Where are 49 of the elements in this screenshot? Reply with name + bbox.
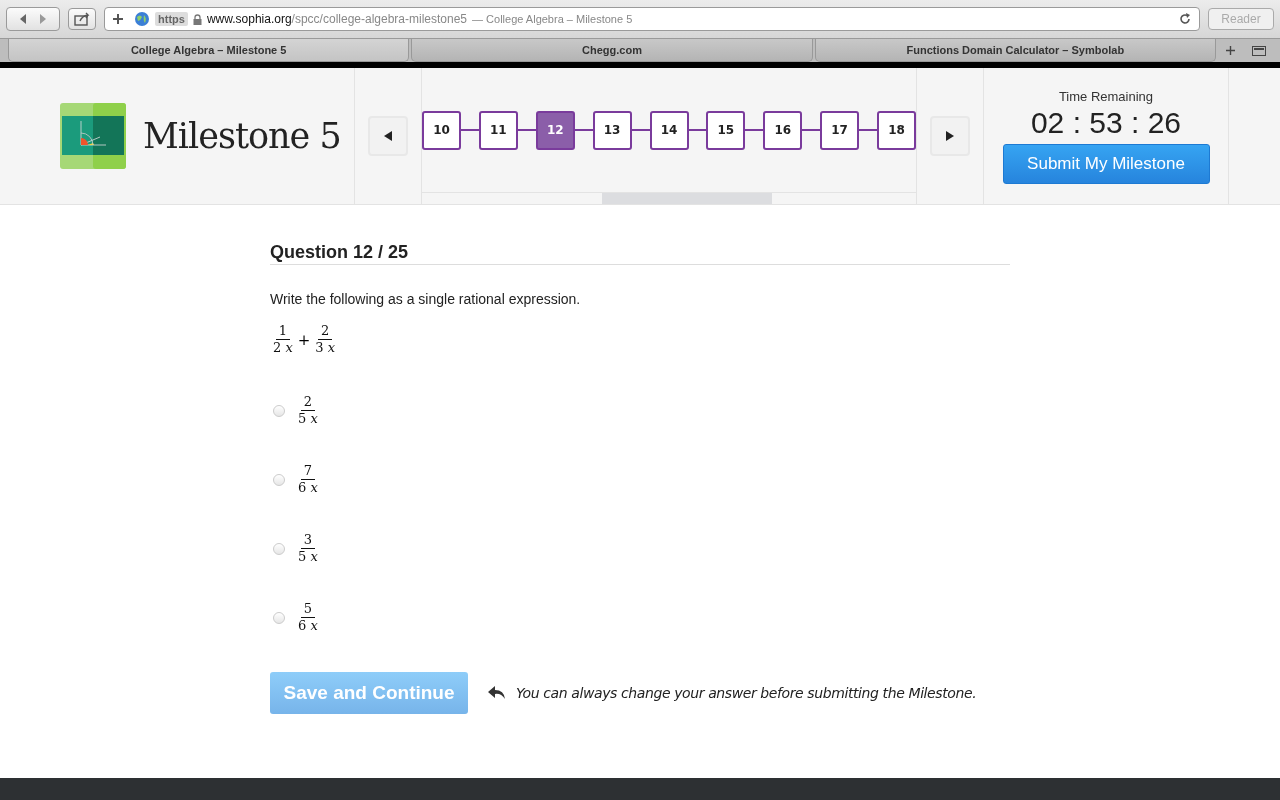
browser-tab[interactable]: College Algebra – Milestone 5 [8, 39, 410, 62]
globe-icon [134, 11, 150, 27]
question-number-button[interactable]: 11 [478, 110, 518, 150]
answer-fraction[interactable]: 3 5 x [295, 532, 321, 565]
question-number-button[interactable]: 14 [649, 110, 689, 150]
question-number-button[interactable]: 16 [763, 110, 803, 150]
answer-fraction[interactable]: 5 6 x [295, 601, 321, 634]
radio-button[interactable] [273, 542, 285, 555]
time-remaining-label: Time Remaining [1058, 88, 1154, 104]
address-bar[interactable]: https www.sophia.org/spcc/college-algebra-milestone5 — College Algebra – Milestone 5 [104, 7, 1200, 31]
countdown-timer: 02 : 53 : 26 [1030, 105, 1182, 140]
share-icon[interactable] [74, 12, 90, 26]
reload-icon[interactable] [1179, 13, 1191, 25]
next-button[interactable] [930, 116, 970, 156]
question-number-button[interactable]: 10 [422, 110, 461, 150]
plus-sign: + [297, 330, 311, 349]
previous-button[interactable] [368, 116, 408, 156]
browser-tab[interactable]: Functions Domain Calculator – Symbolab [814, 39, 1216, 62]
fraction: 2 3 x [314, 323, 337, 356]
question-heading: Question 12 / 25 [270, 242, 1010, 265]
question-number-button[interactable]: 17 [820, 110, 860, 150]
radio-button[interactable] [273, 611, 285, 624]
answer-fraction[interactable]: 7 6 x [295, 463, 321, 496]
browser-tab[interactable]: Chegg.com [411, 39, 813, 62]
page-title: — College Algebra – Milestone 5 [472, 13, 633, 25]
radio-button[interactable] [273, 404, 285, 417]
tabs-icon[interactable] [1252, 45, 1266, 56]
plus-icon[interactable] [1226, 46, 1236, 55]
share-button[interactable] [68, 8, 96, 30]
reply-arrow-icon [488, 686, 506, 700]
back-forward-buttons[interactable] [6, 7, 60, 31]
scrollbar[interactable] [422, 192, 916, 204]
fraction: 1 2 x [272, 323, 294, 356]
answer-fraction[interactable]: 2 5 x [295, 394, 321, 427]
right-triangle-icon[interactable] [946, 131, 954, 141]
milestone-title: Milestone 5 [143, 116, 341, 156]
radio-button[interactable] [273, 473, 285, 486]
url-text: www.sophia.org/spcc/college-algebra-milestone5 [206, 12, 468, 26]
https-label: https [155, 12, 188, 26]
question-prompt: Write the following as a single rational expression. [270, 291, 581, 307]
left-triangle-icon[interactable] [384, 131, 392, 141]
question-number-button[interactable]: 13 [592, 110, 632, 150]
question-number-button[interactable]: 18 [877, 110, 916, 150]
question-number-button[interactable]: 15 [706, 110, 746, 150]
add-icon[interactable] [113, 14, 123, 24]
chart-logo-icon [60, 103, 126, 169]
question-number-button[interactable]: 12 [535, 110, 575, 150]
hint-text: You can always change your answer before submitting the Milestone. [516, 685, 977, 701]
lock-icon [192, 13, 202, 25]
